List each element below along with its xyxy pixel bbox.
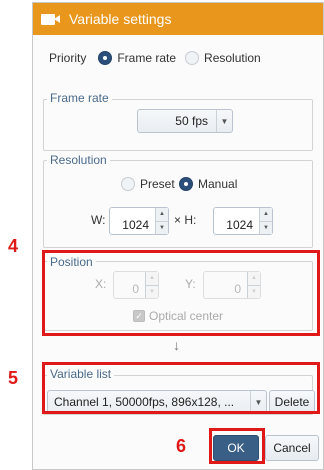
highlight-box-variable-list	[42, 362, 320, 414]
decrement-icon[interactable]: ▼	[260, 221, 272, 234]
frame-rate-value: 50 fps	[175, 114, 208, 128]
cancel-button[interactable]: Cancel	[265, 435, 319, 461]
frame-rate-group-label: Frame rate	[47, 91, 112, 105]
width-value: 1024	[122, 218, 149, 232]
highlight-box-position	[42, 250, 320, 336]
resolution-preset-radio[interactable]	[121, 177, 135, 191]
annotation-marker-5: 5	[8, 368, 19, 388]
resolution-group	[43, 160, 313, 248]
height-stepper[interactable]: 1024 ▲ ▼	[213, 207, 273, 235]
increment-icon[interactable]: ▲	[156, 208, 168, 222]
frame-rate-dropdown[interactable]: 50 fps ▼	[137, 109, 233, 133]
chevron-down-icon[interactable]: ▼	[216, 110, 232, 132]
increment-icon[interactable]: ▲	[260, 208, 272, 222]
priority-frame-rate-radio[interactable]	[98, 51, 113, 65]
priority-resolution-radio[interactable]	[185, 51, 200, 65]
height-label: × H:	[174, 213, 197, 227]
annotation-marker-4: 4	[8, 236, 19, 256]
annotation-marker-6: 6	[176, 436, 187, 456]
priority-row: Priority Frame rate Resolution	[49, 51, 261, 65]
resolution-group-label: Resolution	[47, 153, 110, 167]
priority-label: Priority	[49, 51, 87, 65]
width-stepper[interactable]: 1024 ▲ ▼	[109, 207, 169, 235]
width-label: W:	[91, 213, 106, 227]
resolution-preset-label: Preset	[140, 177, 175, 191]
camera-icon	[41, 12, 61, 26]
resolution-manual-label: Manual	[198, 177, 238, 191]
title-bar: Variable settings	[33, 3, 323, 35]
down-arrow-icon: ↓	[173, 337, 180, 353]
window-title: Variable settings	[69, 11, 172, 27]
decrement-icon[interactable]: ▼	[156, 221, 168, 234]
resolution-manual-radio[interactable]	[179, 177, 193, 191]
priority-frame-rate-label: Frame rate	[117, 51, 177, 65]
priority-resolution-label: Resolution	[204, 51, 261, 65]
highlight-box-ok	[209, 428, 265, 464]
height-value: 1024	[226, 218, 253, 232]
